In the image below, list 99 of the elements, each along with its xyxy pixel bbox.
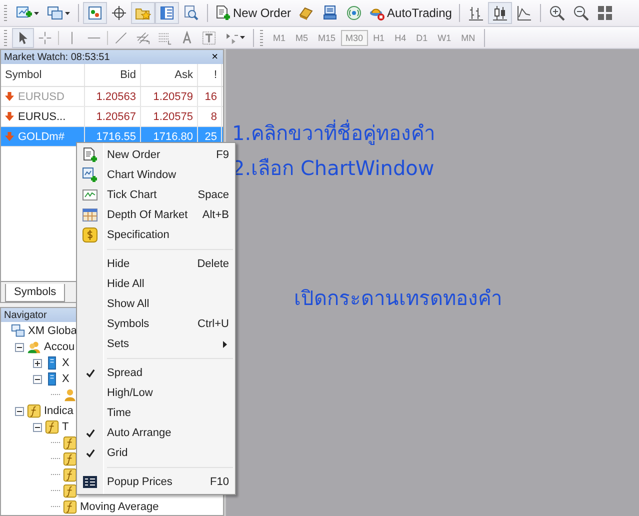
trader-icon[interactable] (322, 5, 338, 21)
column-header[interactable]: Bid (85, 64, 141, 86)
menu-item[interactable]: New Order F9 (77, 145, 235, 165)
tree-item[interactable]: X (62, 373, 70, 385)
table-cell: 1.20579 (141, 87, 198, 106)
menu-item[interactable]: Hide Delete (77, 254, 235, 274)
tree-item[interactable]: Accou (44, 341, 75, 353)
tile-windows-icon[interactable] (596, 5, 613, 21)
menu-item[interactable]: Hide All (77, 274, 235, 294)
tick-chart-icon (82, 187, 98, 203)
tree-item[interactable]: X (62, 357, 70, 369)
annotation-text: 1.คลิกขวาที่ชื่อคู่ทองคำ (232, 118, 436, 147)
server-icon[interactable] (45, 372, 59, 386)
close-button[interactable]: × (210, 51, 220, 63)
menu-item[interactable]: Sets (77, 334, 235, 354)
dotted-lines-icon[interactable] (158, 30, 172, 44)
computers-icon[interactable] (11, 324, 25, 338)
down-arrow-icon (5, 112, 14, 121)
toolbar-button[interactable]: AutoTrading (366, 3, 455, 23)
ingot-icon[interactable] (298, 5, 314, 21)
table-cell: EURUSD (18, 90, 64, 102)
caret-icon[interactable] (240, 36, 245, 39)
table-cell: 16 (198, 87, 222, 106)
tree-item[interactable]: Moving Average (80, 501, 159, 513)
menu-item[interactable]: Chart Window (77, 165, 235, 185)
table-cell: GOLDm# (18, 130, 64, 142)
column-header[interactable]: Symbol (1, 64, 85, 86)
dollar-icon (82, 227, 98, 243)
function-icon[interactable] (63, 500, 77, 514)
table-cell: 8 (198, 107, 222, 126)
trend-line-icon[interactable] (114, 30, 128, 44)
people-icon[interactable] (27, 340, 41, 354)
text-tool-icon[interactable] (180, 30, 194, 44)
function-icon[interactable] (27, 404, 41, 418)
expand-toggle-icon[interactable] (33, 422, 42, 432)
channel-lines-icon[interactable] (136, 30, 150, 44)
bar-chart-icon[interactable] (468, 5, 484, 21)
panel-title: Navigator (4, 310, 47, 320)
arrows-icon[interactable] (224, 30, 238, 44)
chart-window-icon[interactable] (87, 5, 103, 21)
magnifier-icon[interactable] (183, 5, 199, 21)
chart-plus-icon (82, 167, 98, 183)
down-arrow-icon (5, 132, 14, 141)
table-cell: 1.20575 (141, 107, 198, 126)
table-cell: 1.20563 (85, 87, 141, 106)
table-row[interactable]: EURUSD 1.20563 1.20579 16 (1, 87, 223, 107)
expand-toggle-icon[interactable] (15, 342, 24, 352)
menu-item[interactable]: High/Low (77, 383, 235, 403)
menu-item[interactable]: Tick Chart Space (77, 185, 235, 205)
document-plus-icon (215, 5, 231, 21)
check-icon (86, 428, 94, 438)
annotation-text: เปิดกระดานเทรดทองคำ (294, 285, 502, 312)
panel-title: Market Watch: 08:53:51 (4, 52, 110, 62)
candlestick-icon[interactable] (492, 5, 508, 21)
tree-item[interactable]: XM Globa (28, 325, 77, 337)
zoom-in-icon[interactable] (548, 5, 565, 21)
document-plus-icon (82, 147, 98, 163)
check-icon (86, 448, 94, 458)
price-table-icon (82, 474, 98, 490)
text-label-icon[interactable] (202, 30, 216, 44)
menu-item[interactable]: Grid (77, 443, 235, 463)
list-panel-icon[interactable] (159, 5, 175, 21)
tree-item[interactable]: Indica (44, 405, 74, 417)
menu-item[interactable]: Time (77, 403, 235, 423)
windows-icon[interactable] (47, 5, 63, 21)
caret-icon[interactable] (65, 12, 70, 14)
column-header[interactable]: ! (198, 64, 222, 86)
menu-item[interactable]: Show All (77, 294, 235, 314)
annotation-text: 2.เลือก ChartWindow (232, 155, 434, 182)
tree-item[interactable]: T (62, 421, 69, 433)
server-icon[interactable] (45, 356, 59, 370)
zoom-out-icon[interactable] (572, 5, 589, 21)
function-icon[interactable] (63, 484, 77, 498)
signal-icon[interactable] (346, 5, 362, 21)
crosshair-icon[interactable] (111, 5, 127, 21)
function-icon[interactable] (63, 452, 77, 466)
tab[interactable]: Symbols (5, 284, 66, 302)
menu-item[interactable]: Spread (77, 363, 235, 383)
expand-toggle-icon[interactable] (33, 358, 42, 368)
table-grid-icon (82, 207, 98, 223)
function-icon[interactable] (63, 436, 77, 450)
table-cell: 1.20567 (85, 107, 141, 126)
menu-item[interactable]: Auto Arrange (77, 423, 235, 443)
menu-item[interactable]: Symbols Ctrl+U (77, 314, 235, 334)
menu-item[interactable]: Popup Prices F10 (77, 472, 235, 492)
toolbar-button[interactable]: New Order (212, 3, 294, 23)
person-icon[interactable] (63, 388, 77, 402)
down-arrow-icon (5, 92, 14, 101)
expand-toggle-icon[interactable] (15, 406, 24, 416)
function-icon[interactable] (45, 420, 59, 434)
menu-item[interactable]: Depth Of Market Alt+B (77, 205, 235, 225)
table-cell: EURUS... (18, 110, 66, 122)
caret-icon[interactable] (34, 12, 39, 14)
function-icon[interactable] (63, 468, 77, 482)
line-chart-icon[interactable] (516, 5, 532, 21)
menu-item[interactable]: Specification (77, 225, 235, 245)
expand-toggle-icon[interactable] (33, 374, 42, 384)
check-icon (86, 368, 94, 378)
column-header[interactable]: Ask (141, 64, 198, 86)
